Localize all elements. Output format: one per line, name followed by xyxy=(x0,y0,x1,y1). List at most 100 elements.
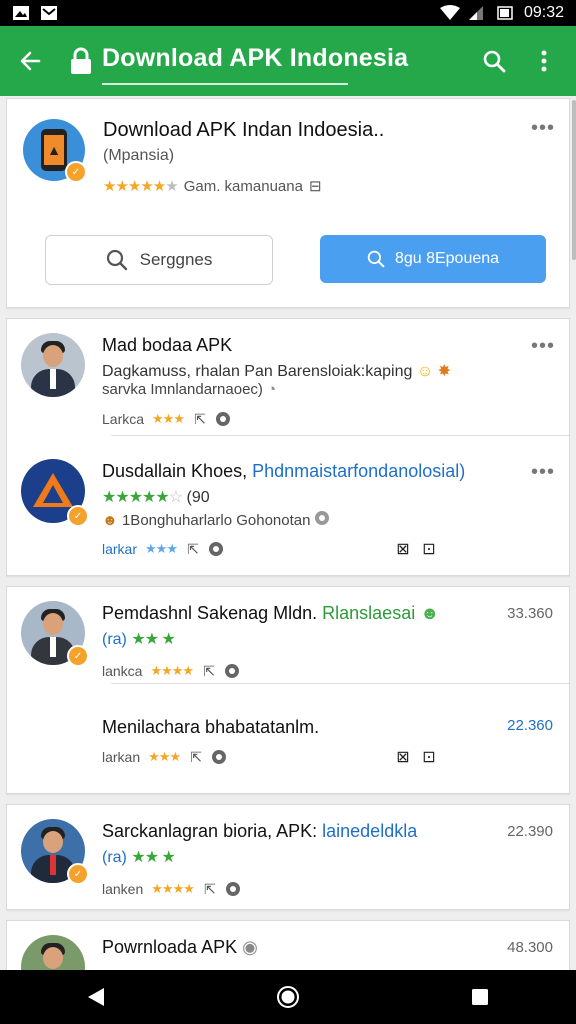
item-footer-label: Larkca xyxy=(102,411,145,427)
item-title: Sarckanlagran bioria, APK: lainedeldkla xyxy=(102,821,418,841)
verified-badge-icon: ✓ xyxy=(65,161,87,183)
rating-stars-icon: ★★ ★ xyxy=(131,631,175,648)
gallery-notification-icon xyxy=(12,5,30,21)
clock: 09:32 xyxy=(523,4,564,21)
item-title: Powrnloada APK ◉ xyxy=(102,937,258,957)
arrow-left-icon xyxy=(20,51,41,71)
app-bar: Download APK Indonesia xyxy=(0,26,576,96)
app-meta-text: Gam. kamanuana xyxy=(183,177,303,195)
app-subtitle: (Mpansia) xyxy=(103,147,175,164)
item-description-2: sarvka Imnlandarnaoec) ◔ xyxy=(102,381,277,398)
nav-home-button[interactable] xyxy=(268,977,308,1017)
location-pin-icon[interactable] xyxy=(208,542,223,556)
emoji-icon: ☺ xyxy=(416,363,434,380)
share-icon[interactable]: ⇱ xyxy=(188,749,204,765)
featured-app-card[interactable]: ▲ ✓ Download APK Indan Indoesia.. (Mpans… xyxy=(6,98,570,308)
rating-stars-icon: ★★★★ xyxy=(151,881,195,896)
avatar xyxy=(21,935,85,970)
battery-icon xyxy=(496,5,514,21)
system-nav-bar xyxy=(0,970,576,1024)
divider xyxy=(111,435,569,436)
item-footer: Larkca ★★★ ⇱ xyxy=(102,411,230,427)
item-footer-label: larkar xyxy=(102,541,138,557)
download-count: 48.300 xyxy=(507,939,553,956)
share-icon[interactable]: ⇱ xyxy=(185,541,201,557)
verified-badge-icon: ✓ xyxy=(67,505,89,527)
search-icon xyxy=(367,250,385,268)
results-group-3: ✓ Sarckanlagran bioria, APK: lainedeldkl… xyxy=(6,804,570,910)
gallery-icon[interactable]: ⊡ xyxy=(421,749,437,766)
download-count: 22.360 xyxy=(507,717,553,734)
item-footer-label: larkan xyxy=(102,749,141,765)
item-footer-label: lanken xyxy=(102,881,144,897)
item-title: Menilachara bhabatatanlm. xyxy=(102,717,320,737)
results-group-1: Mad bodaa APK Dagkamuss, rhalan Pan Bare… xyxy=(6,318,570,576)
share-icon[interactable]: ⇱ xyxy=(192,411,208,427)
download-button[interactable]: 8gu 8Epouena xyxy=(320,235,546,283)
status-bar: 09:32 xyxy=(0,0,576,26)
more-options-icon[interactable]: ••• xyxy=(531,117,555,140)
overflow-menu-button[interactable] xyxy=(528,45,560,77)
search-icon xyxy=(106,249,127,271)
results-group-2: ✓ Pemdashnl Sakenag Mldn. Rlanslaesai ☻ … xyxy=(6,586,570,794)
list-item[interactable]: Mad bodaa APK Dagkamuss, rhalan Pan Bare… xyxy=(7,319,569,445)
rating-stars-icon: ★★★ xyxy=(152,411,185,426)
list-item[interactable]: ✓ Dusdallain Khoes, Phdnmaistarfondanolo… xyxy=(7,445,569,571)
list-item[interactable]: ✓ Sarckanlagran bioria, APK: lainedeldkl… xyxy=(7,805,569,909)
tag-icon: ⊟ xyxy=(308,178,322,195)
scrollbar[interactable] xyxy=(572,100,576,260)
location-pin-icon[interactable] xyxy=(225,882,240,896)
item-rating: (ra) ★★ ★ xyxy=(102,849,176,866)
image-icon[interactable]: ⊠ xyxy=(395,749,411,766)
item-title: Pemdashnl Sakenag Mldn. Rlanslaesai ☻ xyxy=(102,603,440,623)
share-icon[interactable]: ⇱ xyxy=(202,881,218,897)
more-options-icon[interactable]: ••• xyxy=(531,335,555,358)
verified-badge-icon: ✓ xyxy=(67,645,89,667)
item-description: ☻ 1Bonghuharlarlo Gohonotan xyxy=(102,511,329,529)
item-rating: ★★★★★☆ (90 xyxy=(102,489,210,506)
clock-icon: ◔ xyxy=(267,381,277,398)
share-icon[interactable]: ⇱ xyxy=(201,663,217,679)
nav-back-button[interactable] xyxy=(76,977,116,1017)
list-item[interactable]: Powrnloada APK ◉ 48.300 xyxy=(7,921,569,970)
rating-stars-icon: ★★★★★★ xyxy=(103,178,179,195)
location-pin-icon[interactable] xyxy=(216,412,230,426)
search-app-button[interactable]: Serggnes xyxy=(45,235,273,285)
location-pin-icon xyxy=(314,511,329,525)
emoji-icon: ☻ xyxy=(102,512,118,529)
lock-icon xyxy=(68,46,94,76)
recents-square-icon xyxy=(472,989,488,1005)
app-meta: ★★★★★★ Gam. kamanuana ⊟ xyxy=(103,177,322,196)
item-footer: larkan ★★★ ⇱ xyxy=(102,749,227,765)
results-list[interactable]: ▲ ✓ Download APK Indan Indoesia.. (Mpans… xyxy=(6,98,570,970)
search-icon xyxy=(483,50,506,73)
back-triangle-icon xyxy=(88,988,104,1006)
search-button[interactable] xyxy=(478,45,510,77)
wifi-icon xyxy=(439,5,460,21)
back-button[interactable] xyxy=(10,41,50,81)
location-pin-icon[interactable] xyxy=(225,664,240,678)
item-actions: ⊠ ⊡ xyxy=(395,541,437,558)
rating-stars-icon: ★★ ★ xyxy=(131,849,175,866)
nav-recents-button[interactable] xyxy=(460,977,500,1017)
page-title: Download APK Indonesia xyxy=(102,44,408,85)
download-count: 33.360 xyxy=(507,605,553,622)
rating-stars-icon: ★★★★ xyxy=(150,663,194,678)
more-options-icon[interactable]: ••• xyxy=(531,461,555,484)
location-pin-icon[interactable] xyxy=(212,750,227,764)
item-title: Dusdallain Khoes, Phdnmaistarfondanolosi… xyxy=(102,461,466,481)
download-button-label: 8gu 8Epouena xyxy=(394,250,500,267)
signal-icon xyxy=(468,5,486,21)
list-item[interactable]: ✓ Pemdashnl Sakenag Mldn. Rlanslaesai ☻ … xyxy=(7,587,569,693)
list-item[interactable]: Menilachara bhabatatanlm. larkan ★★★ ⇱ ⊠… xyxy=(7,693,569,793)
download-count: 22.390 xyxy=(507,823,553,840)
phone-icon: ▲ xyxy=(41,129,67,171)
item-actions: ⊠ ⊡ xyxy=(395,749,437,766)
mail-notification-icon xyxy=(40,5,58,21)
triangle-logo-icon xyxy=(33,473,73,507)
results-group-4: Powrnloada APK ◉ 48.300 xyxy=(6,920,570,970)
image-icon[interactable]: ⊠ xyxy=(395,541,411,558)
gallery-icon[interactable]: ⊡ xyxy=(421,541,437,558)
app-logo: ▲ ✓ xyxy=(23,119,87,183)
rating-stars-icon: ★★★ xyxy=(148,749,181,764)
